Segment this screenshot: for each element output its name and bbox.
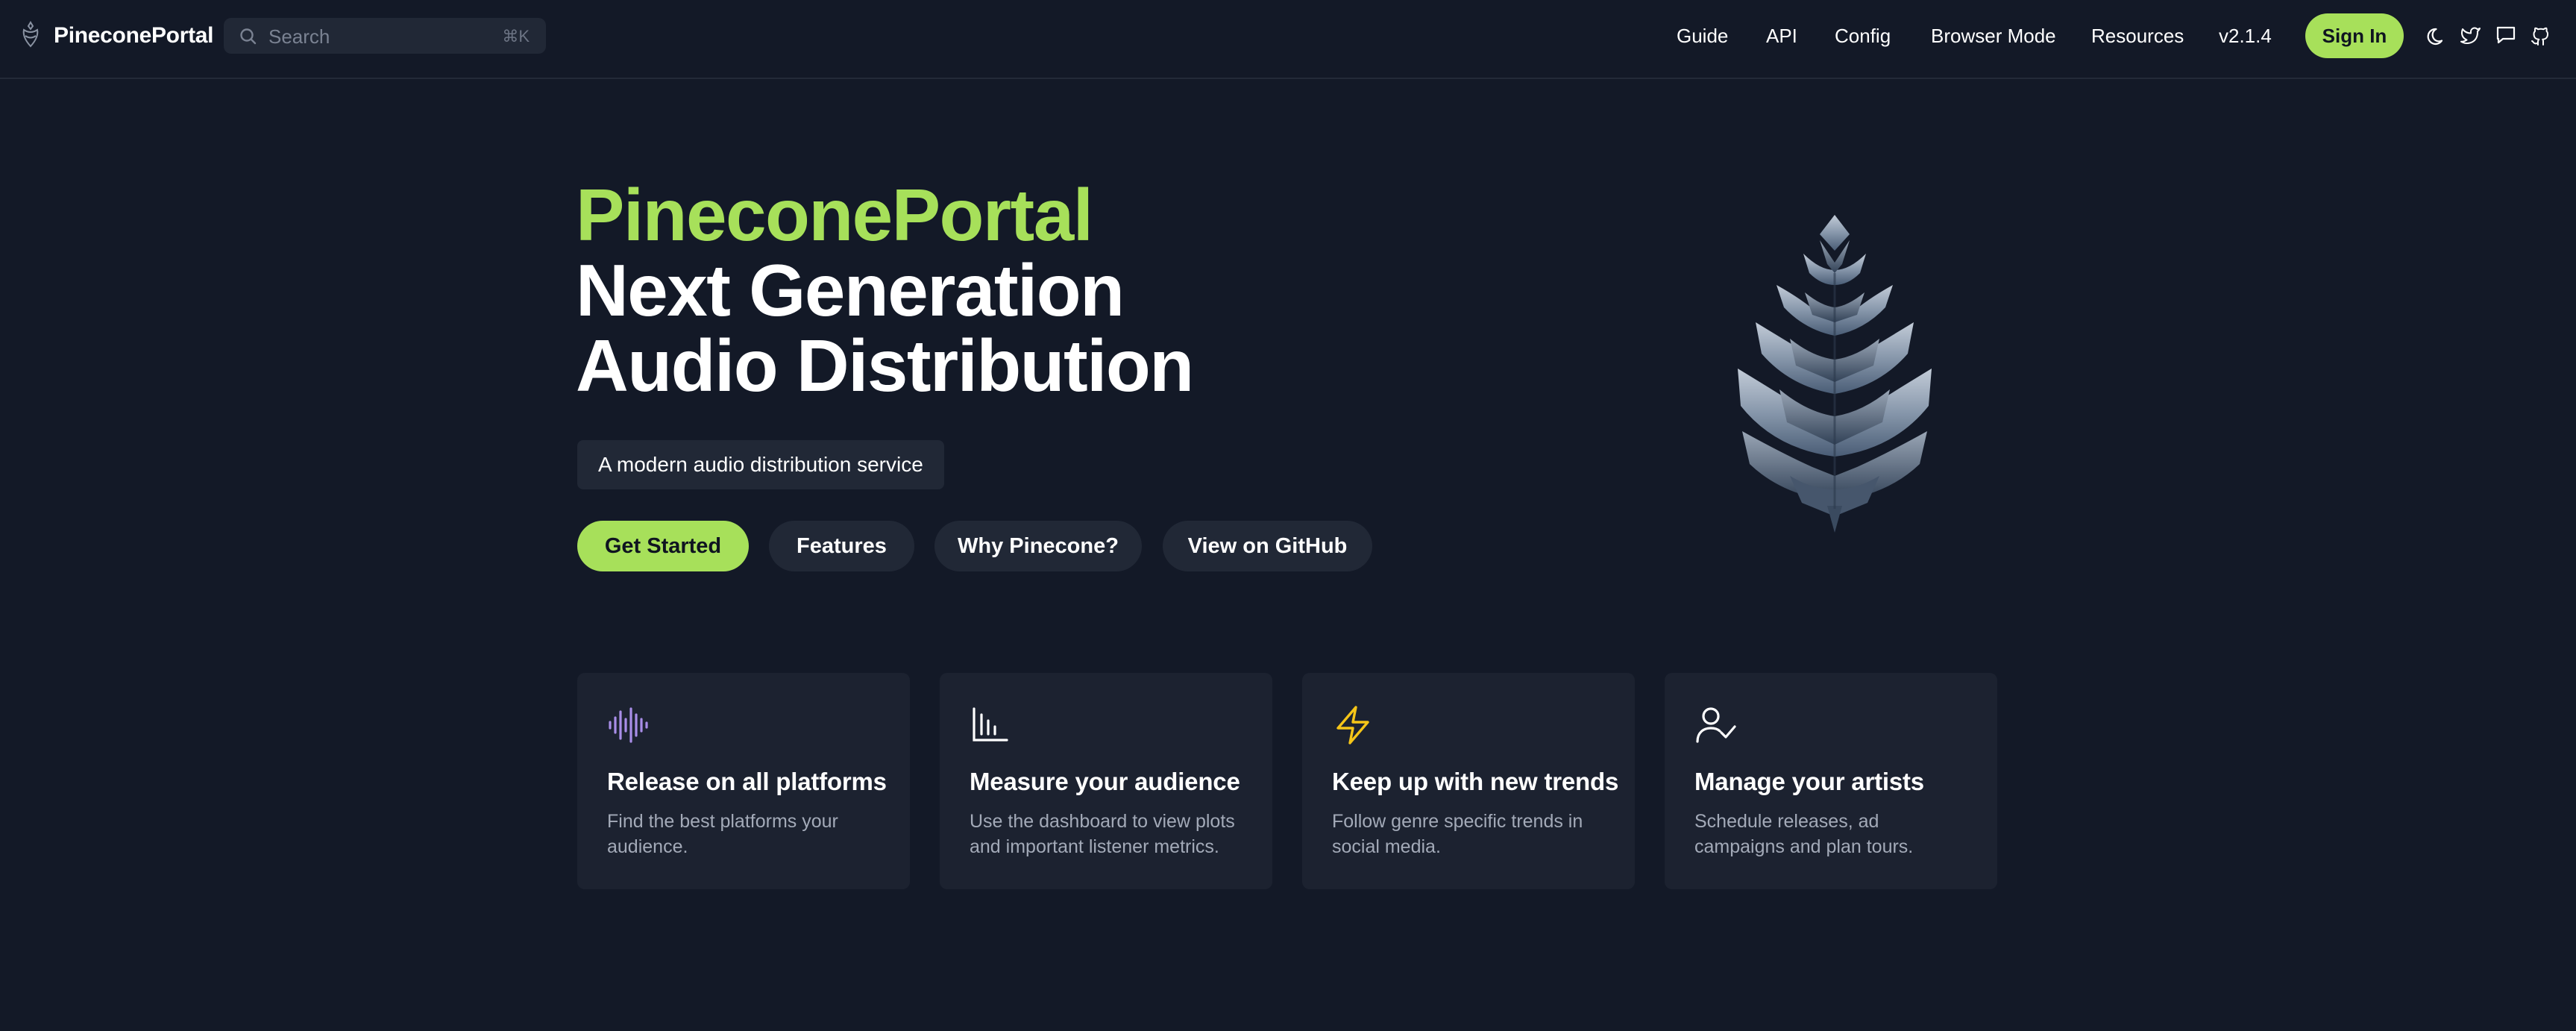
feature-card-measure: Measure your audience Use the dashboard … (940, 673, 1272, 889)
nav-link-guide[interactable]: Guide (1677, 21, 1728, 51)
pinecone-logo-icon[interactable] (19, 21, 42, 49)
user-check-icon (1696, 707, 1736, 743)
feature-description: Find the best platforms your audience. (607, 811, 838, 857)
feature-title: Keep up with new trends (1332, 768, 1619, 795)
hero-title-line3: Audio Distribution (576, 325, 1194, 407)
hero-title: PineconePortal Next Generation Audio Dis… (576, 174, 1194, 407)
bar-chart-icon (973, 707, 1008, 742)
search-placeholder: Search (268, 25, 330, 48)
version-selector[interactable]: v2.1.4 (2219, 21, 2272, 51)
search-input[interactable]: Search ⌘K (224, 18, 546, 54)
sign-in-button[interactable]: Sign In (2305, 13, 2404, 58)
pinecone-illustration (1738, 215, 1932, 533)
moon-icon[interactable] (2425, 24, 2448, 46)
why-pinecone-button[interactable]: Why Pinecone? (934, 521, 1142, 571)
nav-link-resources[interactable]: Resources (2091, 21, 2184, 51)
feature-title: Measure your audience (970, 768, 1240, 795)
search-icon (240, 28, 257, 45)
feature-card-release: Release on all platforms Find the best p… (577, 673, 910, 889)
view-on-github-button[interactable]: View on GitHub (1163, 521, 1372, 571)
hero-title-line2: Next Generation (576, 249, 1125, 331)
hero-title-brand: PineconePortal (576, 174, 1093, 256)
feature-description: Schedule releases, ad campaigns and plan… (1694, 811, 1914, 857)
feature-title: Release on all platforms (607, 768, 887, 795)
hero-tagline: A modern audio distribution service (577, 440, 944, 489)
github-icon[interactable] (2529, 24, 2551, 46)
feature-description: Follow genre specific trends in social m… (1332, 811, 1583, 857)
nav-link-config[interactable]: Config (1835, 21, 1891, 51)
feature-card-artists: Manage your artists Schedule releases, a… (1665, 673, 1997, 889)
twitter-icon[interactable] (2460, 24, 2482, 46)
feature-title: Manage your artists (1694, 768, 1924, 795)
feature-card-trends: Keep up with new trends Follow genre spe… (1302, 673, 1635, 889)
top-navbar: PineconePortal Search ⌘K Guide API Confi… (0, 0, 2576, 79)
search-shortcut: ⌘K (502, 27, 530, 46)
nav-link-api[interactable]: API (1766, 21, 1797, 51)
lightning-icon (1336, 706, 1369, 745)
nav-link-browser-mode[interactable]: Browser Mode (1931, 21, 2056, 51)
features-button[interactable]: Features (769, 521, 914, 571)
audio-wave-icon (609, 707, 648, 743)
feature-description: Use the dashboard to view plots and impo… (970, 811, 1235, 857)
brand-name[interactable]: PineconePortal (54, 21, 214, 51)
chat-icon[interactable] (2495, 24, 2517, 46)
get-started-button[interactable]: Get Started (577, 521, 749, 571)
